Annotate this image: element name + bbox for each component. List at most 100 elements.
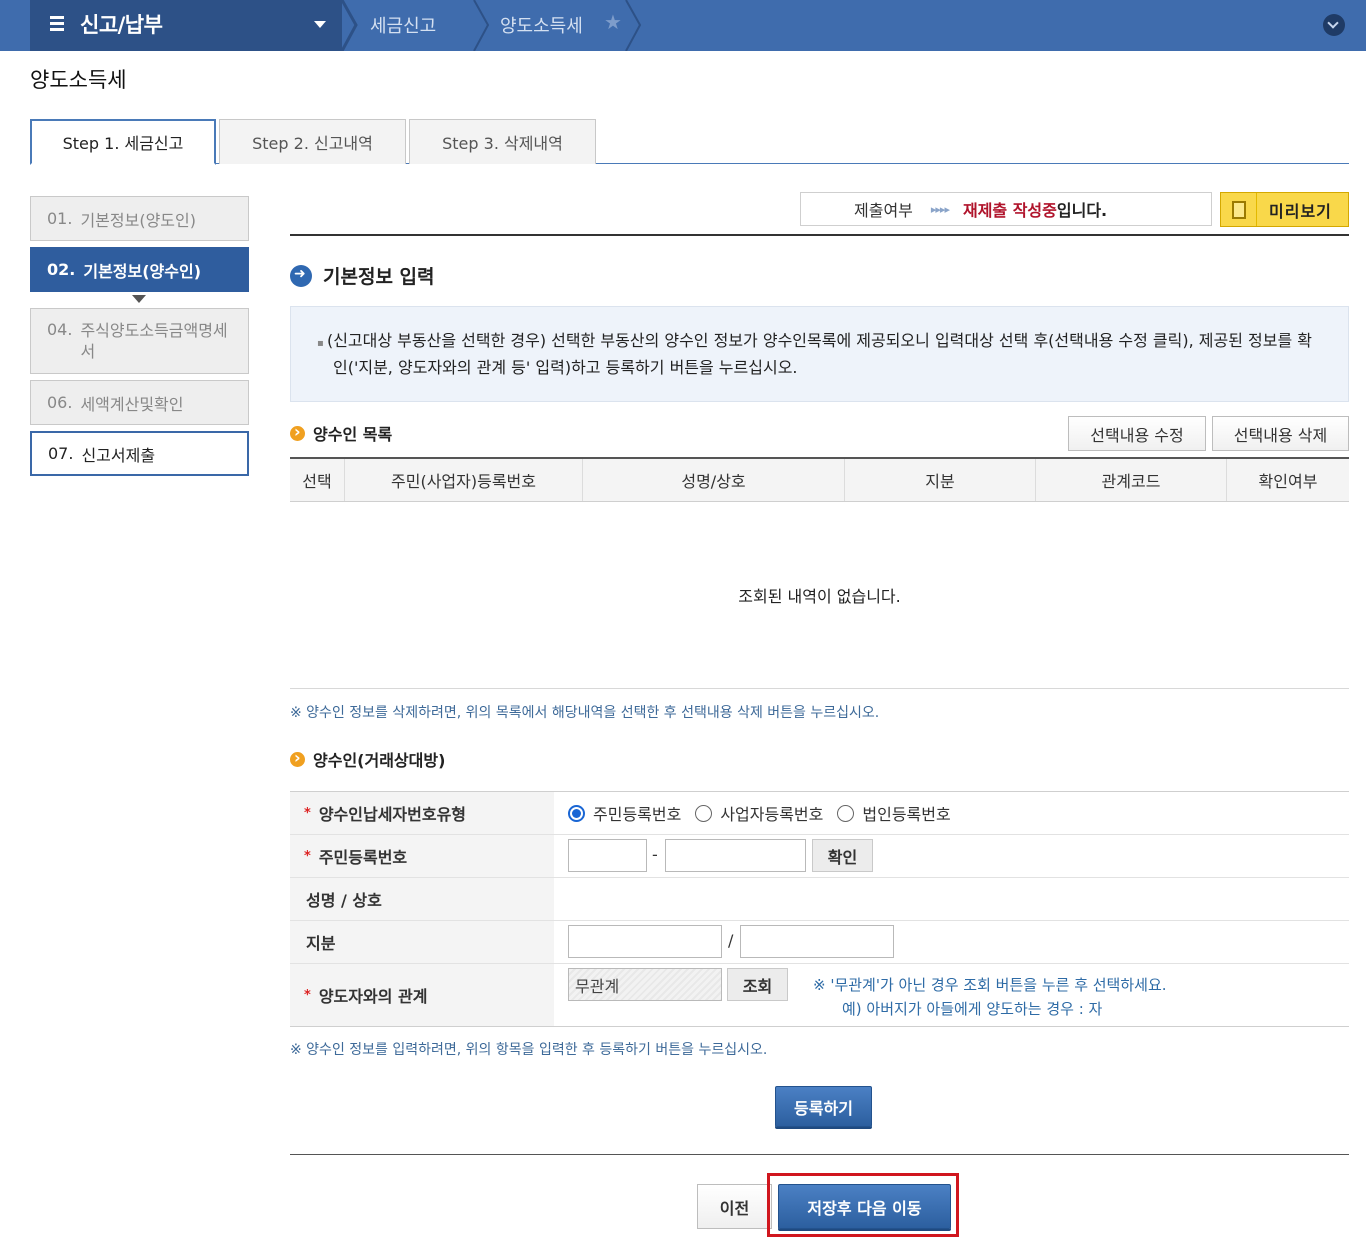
- form-label: * 주민등록번호: [290, 835, 554, 877]
- form-row-rrn: * 주민등록번호 - 확인: [290, 835, 1349, 878]
- delete-selected-button[interactable]: 선택내용 삭제: [1212, 416, 1349, 451]
- chevron-down-icon: [314, 21, 326, 28]
- form-label-text: 주민등록번호: [318, 848, 408, 867]
- radio-label: 주민등록번호: [593, 805, 682, 824]
- sidebar-item-stock-statement[interactable]: 04. 주식양도소득금액명세서: [30, 308, 249, 374]
- radio-corporate-number[interactable]: 법인등록번호: [837, 801, 951, 825]
- form-label: 성명 / 상호: [290, 878, 554, 920]
- relation-hint-1: ※ '무관계'가 아닌 경우 조회 버튼을 누른 후 선택하세요.: [813, 976, 1167, 994]
- form-value: 주민등록번호 사업자등록번호 법인등록번호: [554, 792, 1349, 834]
- form-row-relation: * 양도자와의 관계 무관계 조회 ※ '무관계'가 아닌 경우 조회 버튼을 누…: [290, 964, 1349, 1026]
- radio-icon: [837, 804, 855, 822]
- radio-resident-number[interactable]: 주민등록번호: [568, 801, 681, 825]
- empty-message: 조회된 내역이 없습니다.: [738, 587, 901, 606]
- share-denominator-input[interactable]: [740, 925, 894, 958]
- page-title: 양도소득세: [30, 68, 127, 92]
- dash-separator: -: [652, 845, 658, 864]
- radio-business-number[interactable]: 사업자등록번호: [695, 801, 823, 825]
- star-icon[interactable]: ★: [604, 10, 622, 34]
- form-label-text: 양수인납세자번호유형: [318, 805, 467, 824]
- buyer-list-heading: 양수인 목록: [290, 421, 392, 445]
- column-header: 성명/상호: [582, 459, 844, 501]
- sidebar-item-label: 세액계산및확인: [80, 394, 184, 414]
- sidebar-item-submit[interactable]: 07. 신고서제출: [30, 431, 249, 476]
- share-numerator-input[interactable]: [568, 925, 722, 958]
- buyer-list-table: 선택 주민(사업자)등록번호 성명/상호 지분 관계코드 확인여부 조회된 내역…: [290, 457, 1349, 689]
- submission-status: 제출여부 ▸▸▸▸ 재제출 작성중 입니다.: [800, 192, 1212, 226]
- register-button[interactable]: 등록하기: [775, 1086, 872, 1127]
- radio-icon: [568, 804, 585, 822]
- sidebar-item-number: 04.: [47, 320, 73, 339]
- menu-toggle[interactable]: 신고/납부: [30, 0, 342, 51]
- form-value: /: [554, 921, 1349, 963]
- info-text: (신고대상 부동산을 선택한 경우) 선택한 부동산의 양수인 정보가 양수인목…: [317, 329, 1317, 380]
- column-header: 지분: [844, 459, 1035, 501]
- sidebar-item-seller-info[interactable]: 01. 기본정보(양도인): [30, 196, 249, 241]
- buyer-list-title: 양수인 목록: [313, 425, 393, 444]
- breadcrumb-tax-filing[interactable]: 세금신고: [370, 12, 436, 38]
- top-navigation-bar: 신고/납부 세금신고 양도소득세 ★: [0, 0, 1366, 51]
- hamburger-icon: [50, 16, 64, 32]
- slash-separator: /: [728, 931, 734, 950]
- edit-selected-button[interactable]: 선택내용 수정: [1068, 416, 1206, 451]
- form-label: * 양도자와의 관계: [290, 964, 554, 1026]
- collapse-icon[interactable]: [1323, 14, 1345, 36]
- breadcrumb-separator-icon: [625, 0, 642, 51]
- relation-hint-2: 예) 아버지가 아들에게 양도하는 경우 : 자: [842, 1000, 1103, 1018]
- required-icon: *: [304, 848, 311, 864]
- column-header: 관계코드: [1035, 459, 1226, 501]
- rrn-first-input[interactable]: [568, 839, 647, 872]
- caret-down-icon: [132, 295, 146, 303]
- form-row-type: * 양수인납세자번호유형 주민등록번호 사업자등록번호 법인등록번호: [290, 792, 1349, 835]
- sidebar-item-number: 02.: [47, 260, 76, 279]
- sidebar-item-tax-calc[interactable]: 06. 세액계산및확인: [30, 380, 249, 425]
- arrows-icon: ▸▸▸▸: [930, 202, 950, 216]
- bullet-icon: [290, 422, 305, 441]
- divider: [290, 234, 1349, 236]
- tab-step1[interactable]: Step 1. 세금신고: [30, 119, 216, 165]
- divider: [290, 1154, 1349, 1155]
- highlight-box: [767, 1173, 959, 1237]
- radio-label: 사업자등록번호: [720, 805, 824, 824]
- breadcrumb-capital-gains[interactable]: 양도소득세: [500, 12, 583, 38]
- form-value: - 확인: [554, 835, 1349, 877]
- column-header: 확인여부: [1226, 459, 1349, 501]
- prev-button[interactable]: 이전: [697, 1184, 772, 1229]
- sidebar-item-label: 주식양도소득금액명세서: [80, 321, 228, 361]
- sidebar-item-number: 06.: [47, 393, 73, 412]
- form-label-text: 양도자와의 관계: [318, 987, 428, 1006]
- column-header: 주민(사업자)등록번호: [344, 459, 582, 501]
- delete-note: ※ 양수인 정보를 삭제하려면, 위의 목록에서 해당내역을 선택한 후 선택내…: [290, 705, 880, 721]
- sidebar-item-number: 07.: [48, 444, 74, 463]
- rrn-second-input[interactable]: [665, 839, 806, 872]
- section-heading: 기본정보 입력: [290, 262, 435, 289]
- section-title: 기본정보 입력: [323, 266, 435, 288]
- arrow-right-circle-icon: [290, 264, 312, 287]
- status-suffix: 입니다.: [1056, 201, 1108, 220]
- column-header: 선택: [302, 472, 332, 491]
- form-value: 무관계 조회 ※ '무관계'가 아닌 경우 조회 버튼을 누른 후 선택하세요.…: [554, 964, 1349, 1026]
- radio-icon: [695, 804, 713, 822]
- preview-label: 미리보기: [1269, 201, 1332, 221]
- table-header: 선택 주민(사업자)등록번호 성명/상호 지분 관계코드 확인여부: [290, 459, 1349, 502]
- required-icon: *: [304, 805, 311, 821]
- sidebar-item-buyer-info[interactable]: 02. 기본정보(양수인): [30, 247, 249, 292]
- tab-step2[interactable]: Step 2. 신고내역: [219, 119, 406, 164]
- tab-step3[interactable]: Step 3. 삭제내역: [409, 119, 596, 164]
- confirm-button[interactable]: 확인: [812, 839, 873, 872]
- relation-input: 무관계: [568, 968, 722, 1001]
- form-row-name: 성명 / 상호: [290, 878, 1349, 921]
- buyer-form: * 양수인납세자번호유형 주민등록번호 사업자등록번호 법인등록번호 * 주민등록번…: [290, 791, 1349, 1027]
- breadcrumb-separator-icon: [340, 0, 358, 51]
- status-label: 제출여부: [854, 201, 913, 220]
- form-row-share: 지분 /: [290, 921, 1349, 964]
- sidebar-item-label: 신고서제출: [81, 445, 156, 465]
- status-value: 재제출 작성중: [962, 201, 1057, 220]
- step-tabs: Step 1. 세금신고 Step 2. 신고내역 Step 3. 삭제내역: [30, 119, 1349, 165]
- menu-title: 신고/납부: [80, 13, 163, 37]
- lookup-button[interactable]: 조회: [727, 968, 788, 1001]
- preview-button[interactable]: 미리보기: [1220, 192, 1349, 227]
- name-value: [554, 878, 1349, 920]
- required-icon: *: [304, 987, 311, 1003]
- sidebar-item-label: 기본정보(양수인): [83, 261, 202, 281]
